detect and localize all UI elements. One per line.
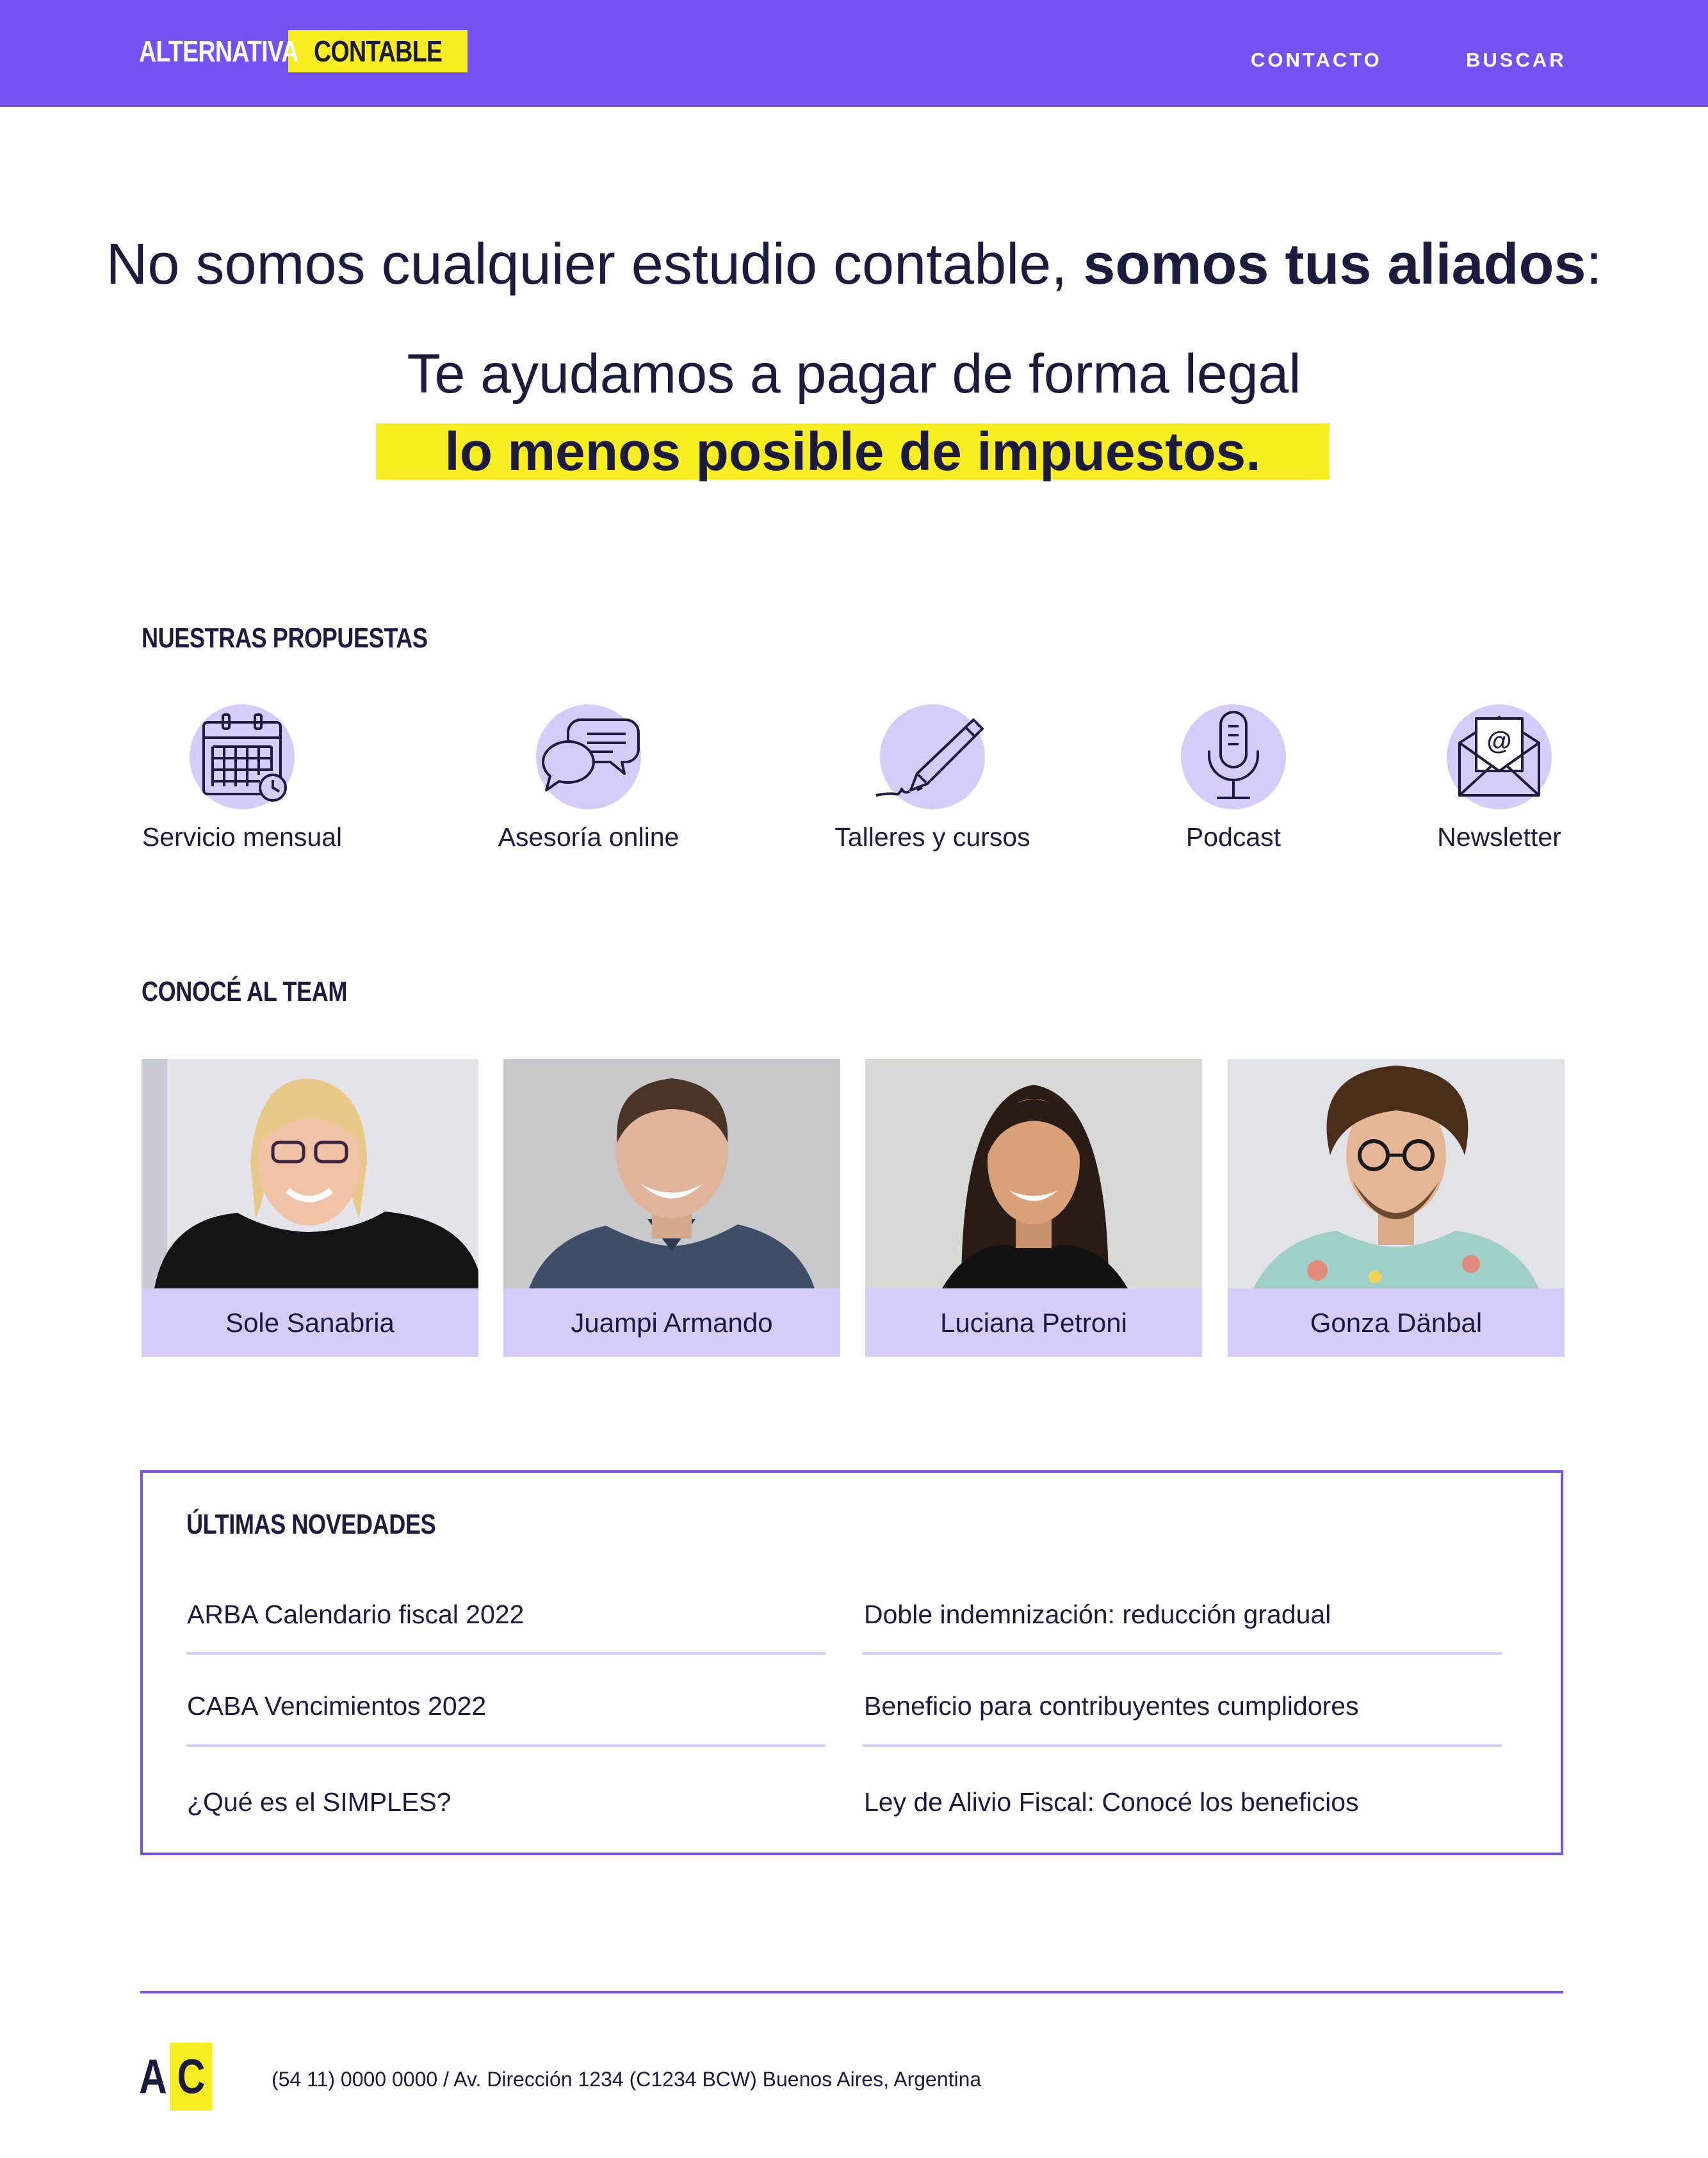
svg-text:@: @ bbox=[1486, 727, 1511, 755]
microphone-icon bbox=[1181, 704, 1286, 809]
footer-logo-c: C bbox=[177, 2049, 205, 2104]
team-member-card[interactable]: Luciana Petroni bbox=[865, 1059, 1202, 1357]
calendar-icon bbox=[190, 704, 295, 809]
hero-heading: No somos cualquier estudio contable, som… bbox=[0, 232, 1708, 298]
service-servicio-mensual[interactable]: Servicio mensual bbox=[108, 704, 377, 852]
member-photo bbox=[503, 1059, 840, 1288]
member-photo bbox=[142, 1059, 478, 1288]
team-member-card[interactable]: Gonza Dänbal bbox=[1228, 1059, 1565, 1357]
site-logo[interactable]: ALTERNATIVA CONTABLE bbox=[139, 30, 468, 72]
footer-logo-c-badge: C bbox=[170, 2043, 212, 2111]
news-box: ÚLTIMAS NOVEDADES ARBA Calendario fiscal… bbox=[140, 1470, 1563, 1855]
team-member-card[interactable]: Sole Sanabria bbox=[142, 1059, 478, 1357]
news-divider bbox=[186, 1744, 826, 1747]
news-link[interactable]: Doble indemnización: reducción gradual bbox=[864, 1600, 1331, 1630]
pencil-icon bbox=[875, 704, 985, 809]
news-link[interactable]: ARBA Calendario fiscal 2022 bbox=[187, 1600, 524, 1630]
service-podcast[interactable]: Podcast bbox=[1099, 704, 1368, 852]
member-name: Luciana Petroni bbox=[865, 1288, 1202, 1357]
news-divider bbox=[186, 1652, 826, 1655]
hero-heading-regular: No somos cualquier estudio contable, bbox=[106, 232, 1084, 296]
nav-contacto-link[interactable]: CONTACTO bbox=[1251, 49, 1382, 72]
service-asesoria-online[interactable]: Asesoría online bbox=[454, 704, 723, 852]
member-name: Juampi Armando bbox=[503, 1288, 840, 1357]
service-talleres-cursos[interactable]: Talleres y cursos bbox=[798, 704, 1067, 852]
hero-highlight: lo menos posible de impuestos. bbox=[376, 423, 1330, 480]
news-link[interactable]: CABA Vencimientos 2022 bbox=[187, 1691, 486, 1721]
member-name: Gonza Dänbal bbox=[1228, 1288, 1565, 1357]
footer-logo[interactable]: A C bbox=[139, 2043, 212, 2111]
news-divider bbox=[863, 1744, 1502, 1747]
service-label: Asesoría online bbox=[498, 822, 679, 852]
team-title: CONOCÉ AL TEAM bbox=[142, 976, 347, 1007]
news-link[interactable]: ¿Qué es el SIMPLES? bbox=[187, 1787, 451, 1817]
logo-text-alternativa: ALTERNATIVA bbox=[139, 35, 299, 68]
footer-divider bbox=[140, 1991, 1563, 1993]
team-member-card[interactable]: Juampi Armando bbox=[503, 1059, 840, 1357]
chat-bubbles-icon bbox=[536, 704, 641, 809]
news-link[interactable]: Beneficio para contribuyentes cumplidore… bbox=[864, 1691, 1359, 1721]
logo-badge-contable: CONTABLE bbox=[288, 30, 468, 72]
footer-contact-info: (54 11) 0000 0000 / Av. Dirección 1234 (… bbox=[272, 2068, 982, 2091]
envelope-icon: @ bbox=[1447, 704, 1552, 809]
service-label: Podcast bbox=[1185, 822, 1281, 852]
service-label: Newsletter bbox=[1437, 822, 1561, 852]
hero-heading-colon: : bbox=[1586, 232, 1602, 296]
hero-heading-bold: somos tus aliados bbox=[1083, 232, 1586, 296]
services-title: NUESTRAS PROPUESTAS bbox=[142, 622, 428, 654]
service-label: Servicio mensual bbox=[142, 822, 343, 852]
service-label: Talleres y cursos bbox=[834, 822, 1030, 852]
member-name: Sole Sanabria bbox=[142, 1288, 478, 1357]
logo-text-contable: CONTABLE bbox=[313, 35, 443, 68]
footer-logo-a: A bbox=[139, 2049, 167, 2104]
site-header: ALTERNATIVA CONTABLE CONTACTO BUSCAR bbox=[0, 0, 1708, 107]
news-link[interactable]: Ley de Alivio Fiscal: Conocé los benefic… bbox=[864, 1787, 1359, 1817]
hero-subheading: Te ayudamos a pagar de forma legal bbox=[407, 343, 1301, 405]
member-photo bbox=[865, 1059, 1202, 1288]
nav-buscar-link[interactable]: BUSCAR bbox=[1466, 49, 1566, 72]
service-newsletter[interactable]: @ Newsletter bbox=[1365, 704, 1634, 852]
member-photo bbox=[1228, 1059, 1565, 1288]
news-divider bbox=[863, 1652, 1502, 1655]
news-title: ÚLTIMAS NOVEDADES bbox=[186, 1509, 436, 1540]
